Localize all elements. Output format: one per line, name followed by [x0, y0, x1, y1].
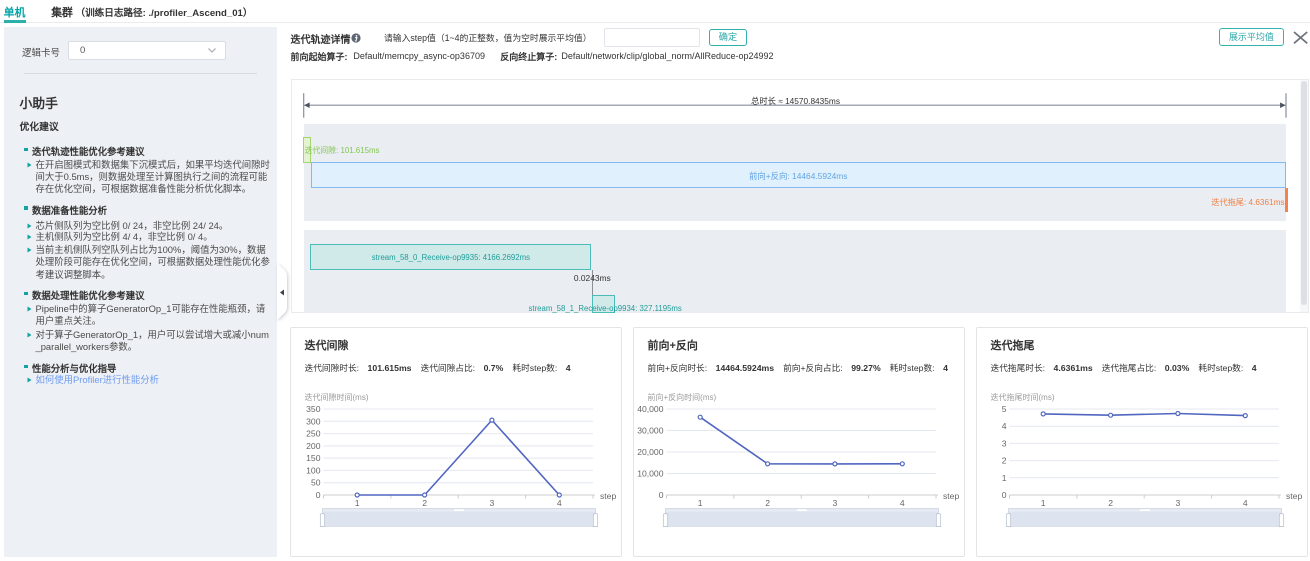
svg-text:4: 4: [900, 497, 905, 507]
svg-text:3: 3: [1176, 497, 1181, 507]
svg-text:10,000: 10,000: [637, 468, 664, 478]
svg-text:20,000: 20,000: [637, 447, 664, 457]
svg-text:step: step: [943, 491, 959, 501]
svg-text:250: 250: [306, 428, 321, 438]
svg-text:300: 300: [306, 416, 321, 426]
svg-text:0: 0: [1002, 490, 1007, 500]
svg-text:1: 1: [1041, 497, 1046, 507]
svg-text:1: 1: [355, 497, 360, 507]
svg-text:0: 0: [316, 490, 321, 500]
svg-text:50: 50: [311, 477, 321, 487]
svg-text:4: 4: [1002, 421, 1007, 431]
svg-text:150: 150: [306, 453, 321, 463]
svg-text:step: step: [600, 491, 616, 501]
svg-text:100: 100: [306, 465, 321, 475]
svg-text:2: 2: [765, 497, 770, 507]
svg-text:2: 2: [422, 497, 427, 507]
svg-text:0: 0: [659, 490, 664, 500]
svg-text:30,000: 30,000: [637, 425, 664, 435]
svg-text:3: 3: [490, 497, 495, 507]
svg-text:2: 2: [1002, 455, 1007, 465]
svg-text:4: 4: [1243, 497, 1248, 507]
svg-text:40,000: 40,000: [637, 404, 664, 414]
svg-text:2: 2: [1108, 497, 1113, 507]
svg-text:350: 350: [306, 404, 321, 414]
svg-text:step: step: [1286, 491, 1302, 501]
svg-text:5: 5: [1002, 404, 1007, 414]
svg-text:1: 1: [1002, 472, 1007, 482]
svg-text:4: 4: [557, 497, 562, 507]
svg-text:200: 200: [306, 440, 321, 450]
svg-text:3: 3: [833, 497, 838, 507]
svg-text:3: 3: [1002, 438, 1007, 448]
svg-text:1: 1: [698, 497, 703, 507]
